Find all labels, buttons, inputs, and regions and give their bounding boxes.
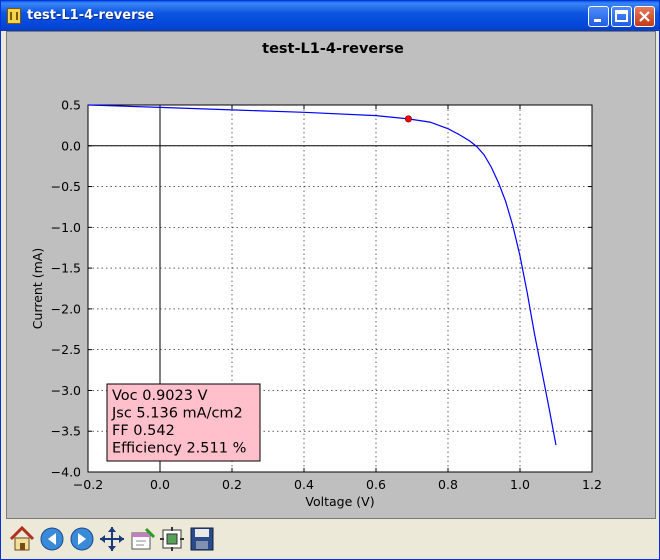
home-button[interactable] [8, 525, 36, 553]
chart-title: test-L1-4-reverse [262, 41, 404, 57]
save-icon [190, 527, 214, 551]
close-button[interactable] [634, 6, 655, 27]
y-tick-label: −1.0 [51, 220, 81, 235]
home-icon [9, 525, 35, 551]
x-tick-label: 1.0 [510, 477, 530, 492]
figure-canvas: test-L1-4-reverse −0.2 0.0 0.2 0.4 0.6 0.8 1.0… [6, 31, 656, 519]
annotation-ff: FF 0.542 [112, 423, 175, 439]
minimize-icon [594, 19, 601, 22]
x-axis-label: Voltage (V) [305, 494, 374, 509]
window-title: test-L1-4-reverse [27, 8, 155, 23]
save-button[interactable] [188, 525, 216, 553]
x-tick-label: 0.8 [438, 477, 458, 492]
app-window: test-L1-4-reverse test-L1-4-reverse −0.2… [0, 0, 660, 560]
zoom-icon [131, 527, 156, 550]
x-tick-label: 0.6 [366, 477, 386, 492]
annotation-jsc: Jsc 5.136 mA/cm2 [111, 406, 243, 422]
y-tick-label: 0.0 [61, 138, 81, 153]
navigation-toolbar [4, 521, 658, 559]
zoom-button[interactable] [128, 525, 156, 553]
title-bar[interactable]: test-L1-4-reverse [1, 1, 659, 31]
app-icon [7, 8, 21, 24]
x-tick-label: 0.0 [150, 477, 170, 492]
close-icon [639, 11, 650, 22]
y-tick-label: −1.5 [51, 261, 81, 276]
x-tick-label: 0.4 [294, 477, 314, 492]
maximize-icon [615, 10, 628, 22]
y-tick-label: 0.5 [61, 98, 81, 113]
x-tick-label: 0.2 [222, 477, 242, 492]
back-icon [40, 527, 64, 551]
pan-button[interactable] [98, 525, 126, 553]
y-tick-label: −2.0 [51, 301, 81, 316]
y-tick-label: −2.5 [51, 342, 81, 357]
forward-icon [70, 527, 94, 551]
minimize-button[interactable] [588, 6, 609, 27]
subplots-button[interactable] [158, 525, 186, 553]
pan-icon [100, 527, 124, 551]
annotation-efficiency: Efficiency 2.511 % [112, 441, 246, 457]
max-power-point [404, 115, 412, 123]
x-tick-label: 1.2 [582, 477, 602, 492]
y-axis-label: Current (mA) [30, 248, 45, 329]
y-tick-label: −3.5 [51, 424, 81, 439]
forward-button[interactable] [68, 525, 96, 553]
maximize-button[interactable] [611, 6, 632, 27]
y-tick-label: −4.0 [51, 465, 81, 480]
y-tick-label: −3.0 [51, 383, 81, 398]
results-annotation: Voc 0.9023 V Jsc 5.136 mA/cm2 FF 0.542 E… [106, 383, 261, 462]
subplots-icon [160, 527, 184, 551]
iv-chart: test-L1-4-reverse −0.2 0.0 0.2 0.4 0.6 0.8 1.0… [30, 41, 602, 509]
back-button[interactable] [38, 525, 66, 553]
y-tick-label: −0.5 [51, 179, 81, 194]
annotation-voc: Voc 0.9023 V [112, 388, 208, 404]
